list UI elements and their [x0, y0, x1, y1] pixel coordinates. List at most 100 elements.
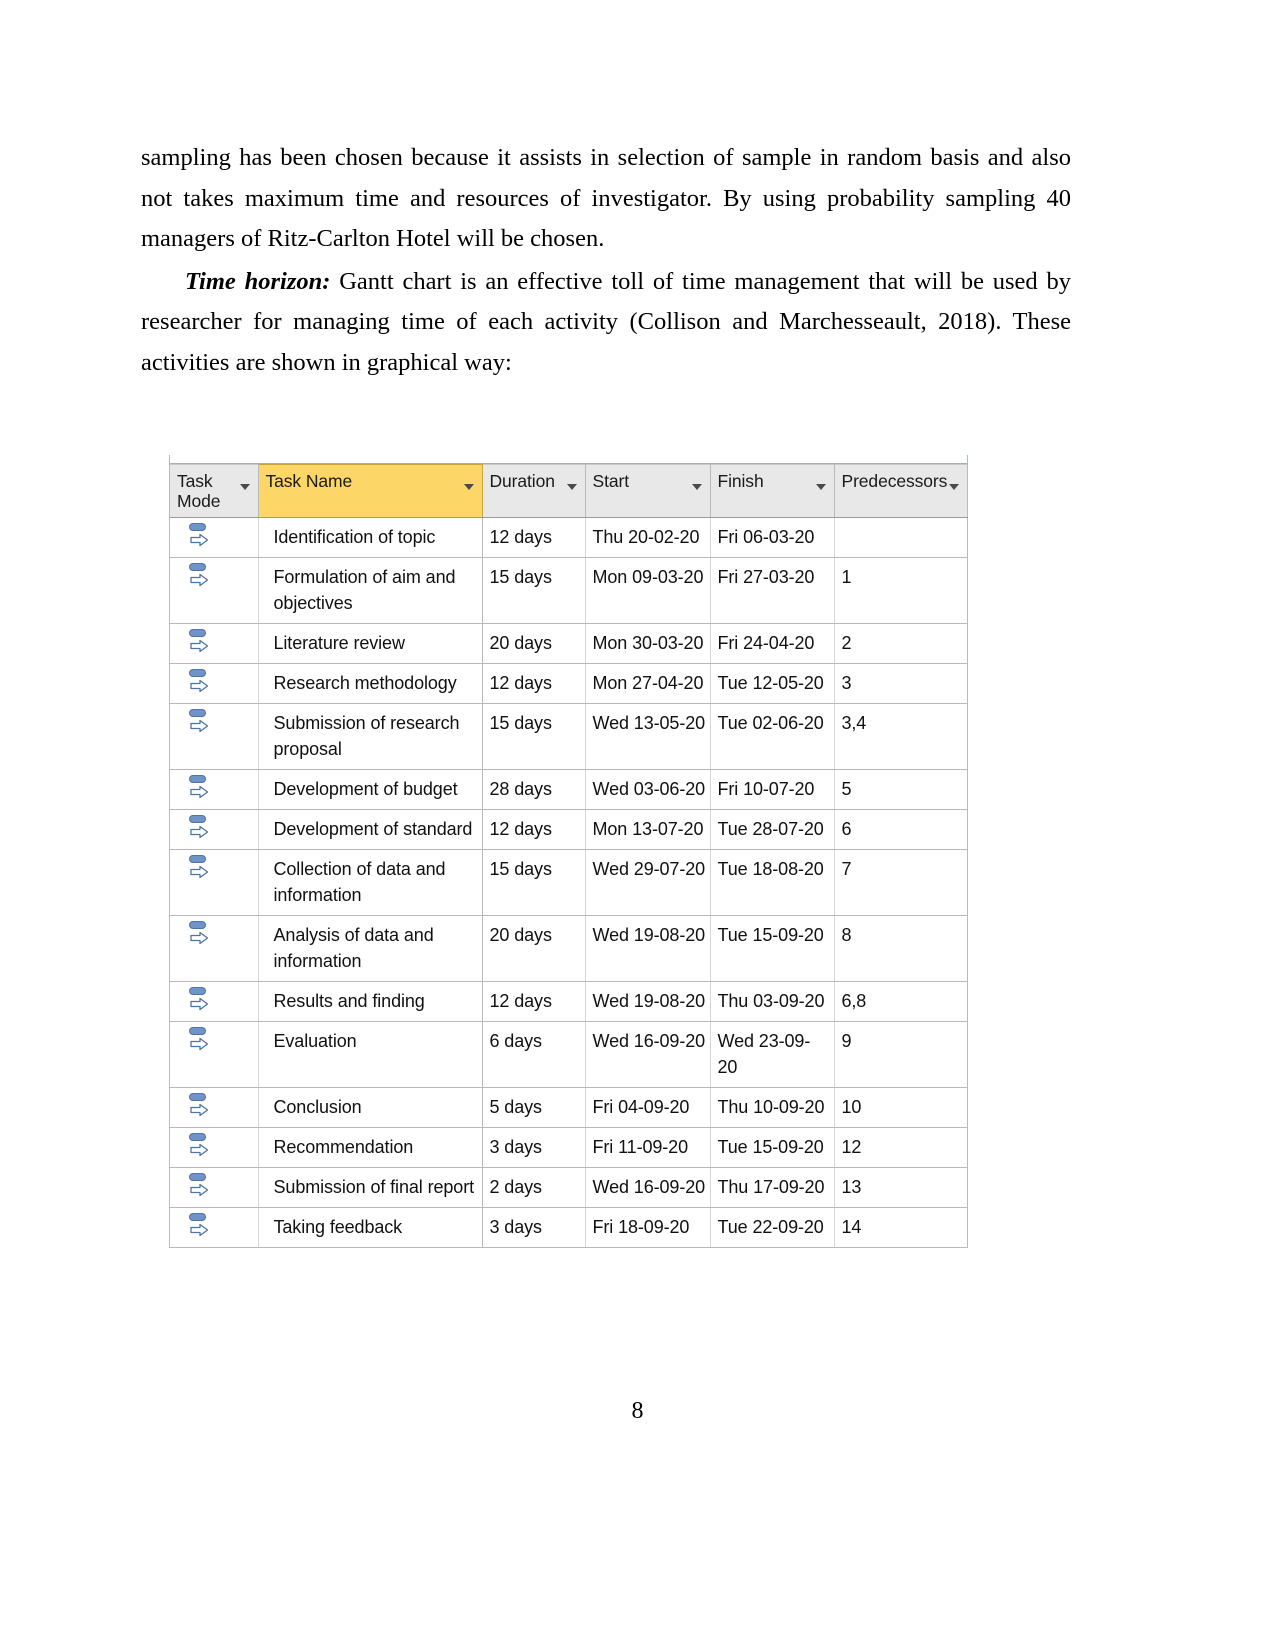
column-header-duration[interactable]: Duration	[482, 464, 586, 518]
table-row[interactable]: Taking feedback 3 days Fri 18-09-20 Tue 22-…	[170, 1207, 968, 1248]
column-header-task-mode[interactable]: Task Mode	[170, 464, 259, 518]
predecessors-cell[interactable]: 3	[834, 663, 968, 704]
task-name-cell[interactable]: Formulation of aim and objectives	[258, 557, 483, 624]
filter-dropdown-icon-predecessors[interactable]	[948, 484, 959, 490]
task-name-cell[interactable]: Development of standard	[258, 809, 483, 850]
finish-cell[interactable]: Fri 27-03-20	[710, 557, 835, 624]
start-cell[interactable]: Wed 03-06-20	[585, 769, 711, 810]
table-row[interactable]: Submission of final report 2 days Wed 16-0…	[170, 1167, 968, 1208]
filter-dropdown-icon-duration[interactable]	[566, 484, 577, 490]
table-row[interactable]: Submission of research proposal 15 days We…	[170, 703, 968, 770]
finish-cell[interactable]: Thu 10-09-20	[710, 1087, 835, 1128]
finish-cell[interactable]: Fri 10-07-20	[710, 769, 835, 810]
task-name-cell[interactable]: Development of budget	[258, 769, 483, 810]
start-cell[interactable]: Thu 20-02-20	[585, 517, 711, 558]
duration-cell[interactable]: 28 days	[482, 769, 586, 810]
duration-cell[interactable]: 12 days	[482, 663, 586, 704]
column-header-task-name[interactable]: Task Name	[257, 464, 483, 518]
task-name-cell[interactable]: Conclusion	[258, 1087, 483, 1128]
task-mode-cell[interactable]	[170, 1021, 259, 1088]
start-cell[interactable]: Wed 16-09-20	[585, 1167, 711, 1208]
predecessors-cell[interactable]: 2	[834, 623, 968, 664]
task-name-cell[interactable]: Collection of data and information	[258, 849, 483, 916]
table-row[interactable]: Formulation of aim and objectives 15 days…	[170, 557, 968, 624]
finish-cell[interactable]: Tue 28-07-20	[710, 809, 835, 850]
predecessors-cell[interactable]: 8	[834, 915, 968, 982]
column-header-start[interactable]: Start	[585, 464, 711, 518]
table-row[interactable]: Collection of data and information 15 day…	[170, 849, 968, 916]
start-cell[interactable]: Fri 18-09-20	[585, 1207, 711, 1248]
filter-dropdown-icon-start[interactable]	[691, 484, 702, 490]
duration-cell[interactable]: 5 days	[482, 1087, 586, 1128]
duration-cell[interactable]: 12 days	[482, 981, 586, 1022]
duration-cell[interactable]: 12 days	[482, 809, 586, 850]
finish-cell[interactable]: Tue 18-08-20	[710, 849, 835, 916]
table-row[interactable]: Analysis of data and information 20 days W…	[170, 915, 968, 982]
duration-cell[interactable]: 12 days	[482, 517, 586, 558]
task-name-cell[interactable]: Taking feedback	[258, 1207, 483, 1248]
column-header-finish[interactable]: Finish	[710, 464, 835, 518]
predecessors-cell[interactable]: 3,4	[834, 703, 968, 770]
task-name-cell[interactable]: Identification of topic	[258, 517, 483, 558]
start-cell[interactable]: Mon 27-04-20	[585, 663, 711, 704]
predecessors-cell[interactable]: 7	[834, 849, 968, 916]
duration-cell[interactable]: 6 days	[482, 1021, 586, 1088]
table-row[interactable]: Conclusion 5 days Fri 04-09-20 Thu 10-09-20…	[170, 1087, 968, 1128]
finish-cell[interactable]: Wed 23-09-20	[710, 1021, 835, 1088]
task-name-cell[interactable]: Analysis of data and information	[258, 915, 483, 982]
duration-cell[interactable]: 15 days	[482, 703, 586, 770]
predecessors-cell[interactable]: 1	[834, 557, 968, 624]
table-row[interactable]: Literature review 20 days Mon 30-03-20 Fri …	[170, 623, 968, 664]
finish-cell[interactable]: Fri 24-04-20	[710, 623, 835, 664]
start-cell[interactable]: Mon 13-07-20	[585, 809, 711, 850]
table-row[interactable]: Recommendation 3 days Fri 11-09-20 Tue 15-0…	[170, 1127, 968, 1168]
task-mode-cell[interactable]	[170, 849, 259, 916]
task-name-cell[interactable]: Literature review	[258, 623, 483, 664]
finish-cell[interactable]: Fri 06-03-20	[710, 517, 835, 558]
predecessors-cell[interactable]	[834, 517, 968, 558]
task-mode-cell[interactable]	[170, 809, 259, 850]
table-row[interactable]: Development of budget 28 days Wed 03-06-20…	[170, 769, 968, 810]
task-mode-cell[interactable]	[170, 557, 259, 624]
task-mode-cell[interactable]	[170, 1087, 259, 1128]
task-name-cell[interactable]: Recommendation	[258, 1127, 483, 1168]
task-mode-cell[interactable]	[170, 517, 259, 558]
start-cell[interactable]: Wed 19-08-20	[585, 915, 711, 982]
table-row[interactable]: Development of standard 12 days Mon 13-07-…	[170, 809, 968, 850]
duration-cell[interactable]: 3 days	[482, 1207, 586, 1248]
filter-dropdown-icon-task-mode[interactable]	[239, 484, 250, 490]
task-name-cell[interactable]: Research methodology	[258, 663, 483, 704]
duration-cell[interactable]: 15 days	[482, 557, 586, 624]
column-header-predecessors[interactable]: Predecessors	[834, 464, 968, 518]
start-cell[interactable]: Wed 16-09-20	[585, 1021, 711, 1088]
start-cell[interactable]: Wed 13-05-20	[585, 703, 711, 770]
task-mode-cell[interactable]	[170, 703, 259, 770]
task-name-cell[interactable]: Submission of research proposal	[258, 703, 483, 770]
task-mode-cell[interactable]	[170, 1127, 259, 1168]
duration-cell[interactable]: 20 days	[482, 623, 586, 664]
task-name-cell[interactable]: Submission of final report	[258, 1167, 483, 1208]
task-mode-cell[interactable]	[170, 1167, 259, 1208]
predecessors-cell[interactable]: 6,8	[834, 981, 968, 1022]
start-cell[interactable]: Fri 11-09-20	[585, 1127, 711, 1168]
table-row[interactable]: Research methodology 12 days Mon 27-04-20 T…	[170, 663, 968, 704]
table-row[interactable]: Results and finding 12 days Wed 19-08-20 Th…	[170, 981, 968, 1022]
task-name-cell[interactable]: Evaluation	[258, 1021, 483, 1088]
duration-cell[interactable]: 2 days	[482, 1167, 586, 1208]
task-mode-cell[interactable]	[170, 623, 259, 664]
filter-dropdown-icon-finish[interactable]	[815, 484, 826, 490]
predecessors-cell[interactable]: 10	[834, 1087, 968, 1128]
predecessors-cell[interactable]: 5	[834, 769, 968, 810]
table-row[interactable]: Identification of topic 12 days Thu 20-02-…	[170, 517, 968, 558]
finish-cell[interactable]: Tue 12-05-20	[710, 663, 835, 704]
start-cell[interactable]: Fri 04-09-20	[585, 1087, 711, 1128]
start-cell[interactable]: Mon 30-03-20	[585, 623, 711, 664]
start-cell[interactable]: Mon 09-03-20	[585, 557, 711, 624]
finish-cell[interactable]: Tue 15-09-20	[710, 1127, 835, 1168]
predecessors-cell[interactable]: 9	[834, 1021, 968, 1088]
task-mode-cell[interactable]	[170, 663, 259, 704]
start-cell[interactable]: Wed 29-07-20	[585, 849, 711, 916]
task-mode-cell[interactable]	[170, 769, 259, 810]
predecessors-cell[interactable]: 6	[834, 809, 968, 850]
duration-cell[interactable]: 3 days	[482, 1127, 586, 1168]
